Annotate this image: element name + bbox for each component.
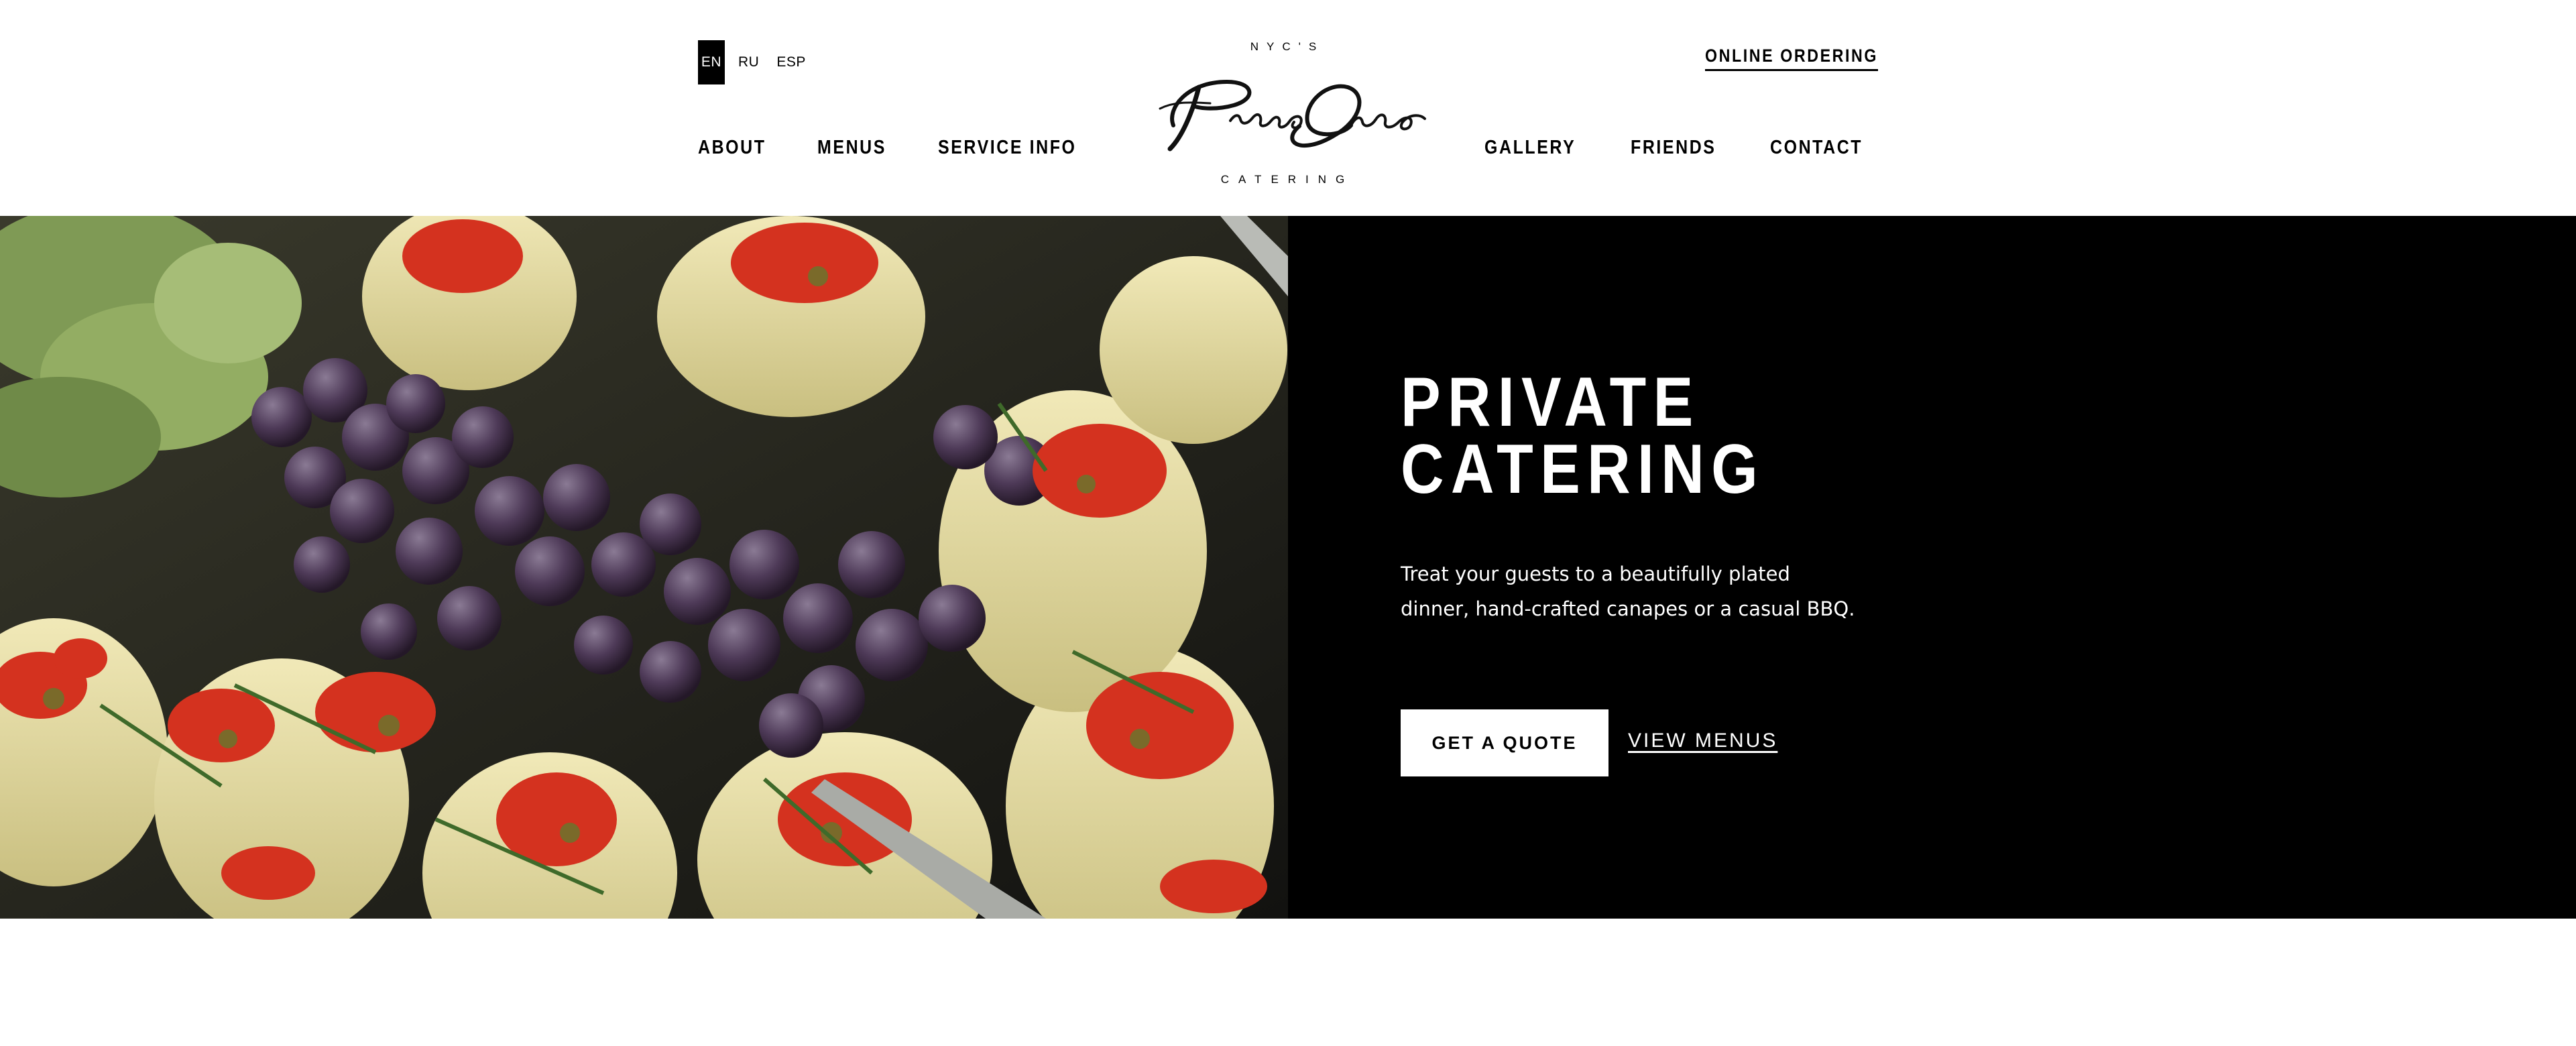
- hero-food-illustration: [0, 216, 1288, 919]
- site-header: EN RU ESP ONLINE ORDERING ABOUT MENUS SE…: [0, 0, 2576, 216]
- lang-ru[interactable]: RU: [738, 54, 759, 70]
- hero-food-photo: [0, 216, 1288, 919]
- logo-script-wordmark: [1159, 80, 1426, 152]
- language-switcher: EN RU ESP: [698, 40, 823, 84]
- hero-title: PRIVATE CATERING: [1401, 363, 1765, 508]
- hero-title-line2: CATERING: [1401, 430, 1765, 508]
- lang-en[interactable]: EN: [698, 40, 725, 84]
- nav-item-friends[interactable]: FRIENDS: [1631, 137, 1716, 159]
- nav-item-about[interactable]: ABOUT: [698, 137, 766, 159]
- nav-item-gallery[interactable]: GALLERY: [1484, 137, 1576, 159]
- lang-esp[interactable]: ESP: [776, 54, 806, 70]
- nav-left: ABOUT MENUS SERVICE INFO: [698, 137, 1139, 159]
- nav-item-service-info[interactable]: SERVICE INFO: [938, 137, 1077, 159]
- get-a-quote-button[interactable]: GET A QUOTE: [1401, 709, 1608, 776]
- site-logo[interactable]: NYC'S CATERING: [1140, 35, 1435, 196]
- nav-right: GALLERY FRIENDS CONTACT: [1444, 137, 1878, 159]
- online-ordering-link[interactable]: ONLINE ORDERING: [1704, 46, 1878, 71]
- view-menus-link[interactable]: VIEW MENUS: [1628, 730, 1777, 752]
- page-below-hero: [0, 919, 2576, 1046]
- hero-text-panel: PRIVATE CATERING Treat your guests to a …: [1288, 216, 2576, 919]
- logo-bottom-text: CATERING: [1220, 173, 1354, 186]
- hero-description: Treat your guests to a beautifully plate…: [1401, 563, 1855, 620]
- hero-title-line1: PRIVATE: [1401, 363, 1700, 441]
- nav-item-menus[interactable]: MENUS: [817, 137, 886, 159]
- logo-top-text: NYC'S: [1250, 40, 1325, 53]
- nav-item-contact[interactable]: CONTACT: [1770, 137, 1863, 159]
